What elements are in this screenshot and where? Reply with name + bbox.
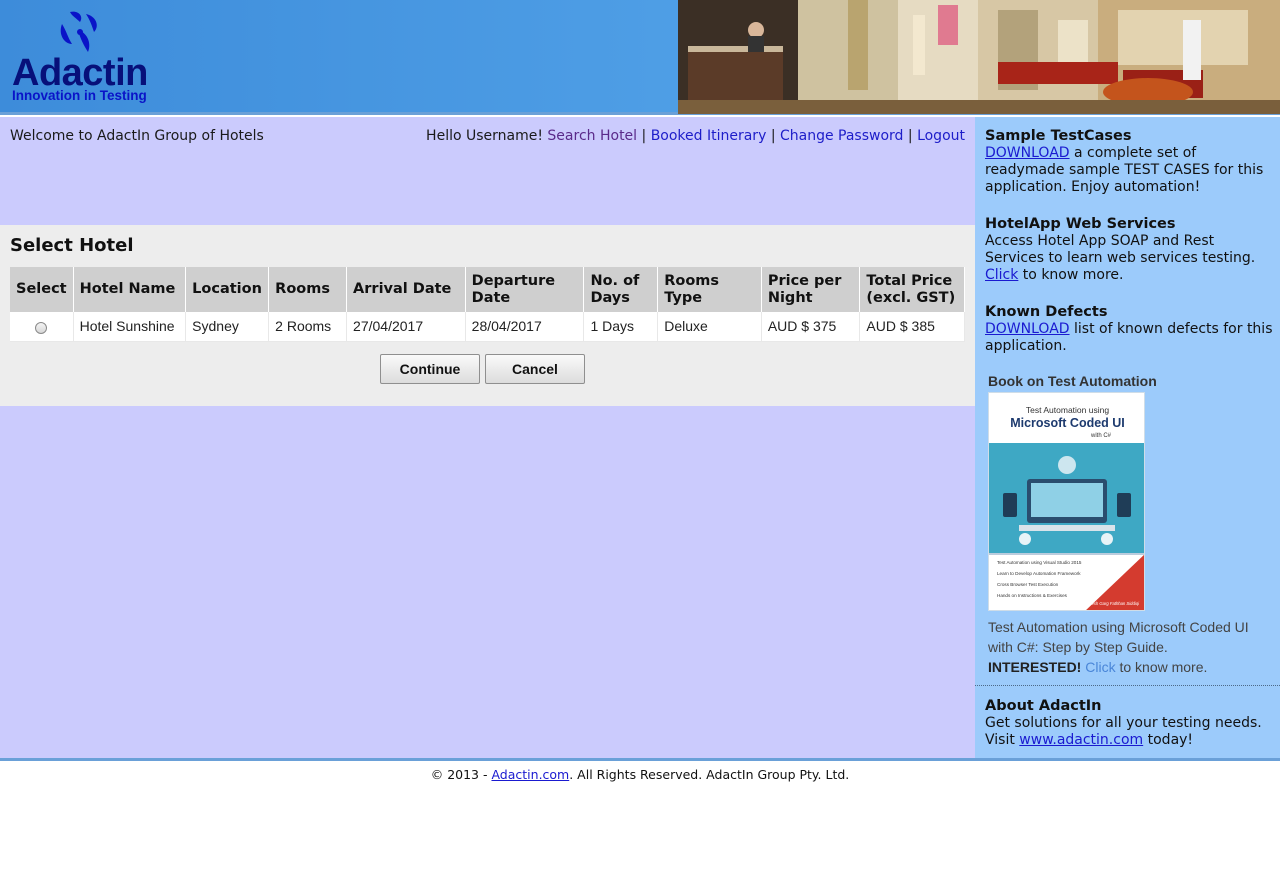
book-section: Book on Test Automation Test Automation …: [988, 373, 1278, 677]
about-text-after: today!: [1143, 732, 1194, 748]
footer-adactin-link[interactable]: Adactin.com: [491, 767, 569, 782]
select-hotel-radio[interactable]: [35, 321, 48, 334]
col-header-rooms-type: Rooms Type: [657, 267, 762, 312]
select-cell: [10, 312, 74, 342]
adactin-logo[interactable]: Adactin Innovation in Testing: [10, 8, 160, 108]
col-header-location: Location: [185, 267, 270, 312]
known-defects-title: Known Defects: [985, 304, 1108, 320]
cover-line-3: with C#: [1090, 433, 1112, 439]
top-navigation: Hello Username! Search Hotel | Booked It…: [426, 128, 965, 144]
col-header-departure-date: Departure Date: [465, 267, 585, 312]
cell-rooms-type: Deluxe: [657, 312, 762, 342]
cell-total-price: AUD $ 385: [859, 312, 965, 342]
col-header-arrival-date: Arrival Date: [346, 267, 466, 312]
copyright-text: © 2013 - Adactin.com. All Rights Reserve…: [0, 767, 1280, 782]
continue-button[interactable]: Continue: [380, 354, 480, 384]
cover-authors: Navneesh Garg Fathhan Siddiqi: [1079, 601, 1140, 606]
cover-bullet-1: Test Automation using Visual Studio 2015: [997, 560, 1082, 565]
cell-departure-date: 28/04/2017: [465, 312, 585, 342]
book-title: Book on Test Automation: [988, 373, 1157, 389]
hotel-results-table: Select Hotel Name Location Rooms Arrival…: [10, 267, 965, 342]
logo-mark-icon: [60, 11, 97, 52]
page-header: Adactin Innovation in Testing: [0, 0, 1280, 115]
cell-no-of-days: 1 Days: [583, 312, 659, 342]
cover-line-1: Test Automation using: [1026, 405, 1109, 415]
table-header-row: Select Hotel Name Location Rooms Arrival…: [10, 267, 965, 312]
nav-booked-itinerary-link[interactable]: Booked Itinerary: [651, 128, 767, 144]
web-services-title: HotelApp Web Services: [985, 216, 1176, 232]
cell-rooms: 2 Rooms: [268, 312, 348, 342]
nav-separator: |: [907, 128, 913, 144]
web-services-text-after: to know more.: [1018, 267, 1124, 283]
hotel-lobby-banner: [678, 0, 1280, 114]
main-content: Welcome to AdactIn Group of Hotels Hello…: [0, 117, 975, 758]
interested-label: INTERESTED!: [988, 659, 1082, 675]
greeting-text: Hello Username!: [426, 128, 543, 144]
col-header-hotel-name: Hotel Name: [73, 267, 187, 312]
web-services-text: Access Hotel App SOAP and Rest Services …: [985, 233, 1256, 266]
book-text-after: to know more.: [1115, 659, 1208, 675]
about-section: About AdactIn Get solutions for all your…: [985, 698, 1275, 749]
cover-line-2: Microsoft Coded UI: [1010, 416, 1125, 430]
col-header-total-price: Total Price (excl. GST): [859, 267, 965, 312]
known-defects-section: Known Defects DOWNLOAD list of known def…: [985, 304, 1275, 355]
cancel-button[interactable]: Cancel: [485, 354, 585, 384]
nav-search-hotel-link[interactable]: Search Hotel: [547, 128, 637, 144]
page-footer: © 2013 - Adactin.com. All Rights Reserve…: [0, 758, 1280, 879]
table-row: Hotel Sunshine Sydney 2 Rooms 27/04/2017…: [10, 312, 965, 342]
sidebar-divider: [975, 685, 1280, 686]
cover-bullet-4: Hands on Instructions & Exercises: [997, 593, 1068, 598]
cover-bullet-2: Learn to Develop Automation Framework: [997, 571, 1081, 576]
select-hotel-panel: Select Hotel Select Hotel Name Location …: [0, 225, 975, 406]
cell-location: Sydney: [185, 312, 270, 342]
book-click-link[interactable]: Click: [1085, 659, 1115, 675]
nav-separator: |: [770, 128, 776, 144]
select-hotel-title: Select Hotel: [10, 235, 134, 256]
lobby-photo-illustration: [678, 0, 1280, 114]
about-title: About AdactIn: [985, 698, 1102, 714]
nav-change-password-link[interactable]: Change Password: [780, 128, 903, 144]
copyright-prefix: © 2013 -: [430, 767, 492, 782]
col-header-rooms: Rooms: [268, 267, 348, 312]
book-description-text: Test Automation using Microsoft Coded UI…: [988, 619, 1249, 655]
adactin-website-link[interactable]: www.adactin.com: [1019, 732, 1143, 748]
cell-hotel-name: Hotel Sunshine: [73, 312, 187, 342]
logo-tagline: Innovation in Testing: [12, 88, 147, 103]
sample-testcases-section: Sample TestCases DOWNLOAD a complete set…: [985, 128, 1275, 196]
book-description: Test Automation using Microsoft Coded UI…: [988, 617, 1273, 677]
cover-bullet-3: Cross Browser Test Execution: [997, 582, 1059, 587]
download-defects-link[interactable]: DOWNLOAD: [985, 321, 1070, 337]
copyright-suffix: . All Rights Reserved. AdactIn Group Pty…: [569, 767, 850, 782]
web-services-section: HotelApp Web Services Access Hotel App S…: [985, 216, 1275, 284]
col-header-price-per-night: Price per Night: [761, 267, 861, 312]
welcome-text: Welcome to AdactIn Group of Hotels: [10, 128, 264, 144]
book-cover-illustration: Test Automation using Microsoft Coded UI…: [989, 393, 1144, 610]
nav-separator: |: [641, 128, 647, 144]
nav-logout-link[interactable]: Logout: [917, 128, 965, 144]
web-services-click-link[interactable]: Click: [985, 267, 1018, 283]
cell-price-per-night: AUD $ 375: [761, 312, 861, 342]
download-testcases-link[interactable]: DOWNLOAD: [985, 145, 1070, 161]
right-sidebar: Sample TestCases DOWNLOAD a complete set…: [975, 117, 1280, 758]
book-cover-image[interactable]: Test Automation using Microsoft Coded UI…: [988, 392, 1145, 611]
col-header-select: Select: [10, 267, 74, 312]
col-header-no-of-days: No. of Days: [583, 267, 659, 312]
sample-testcases-title: Sample TestCases: [985, 128, 1132, 144]
cell-arrival-date: 27/04/2017: [346, 312, 466, 342]
